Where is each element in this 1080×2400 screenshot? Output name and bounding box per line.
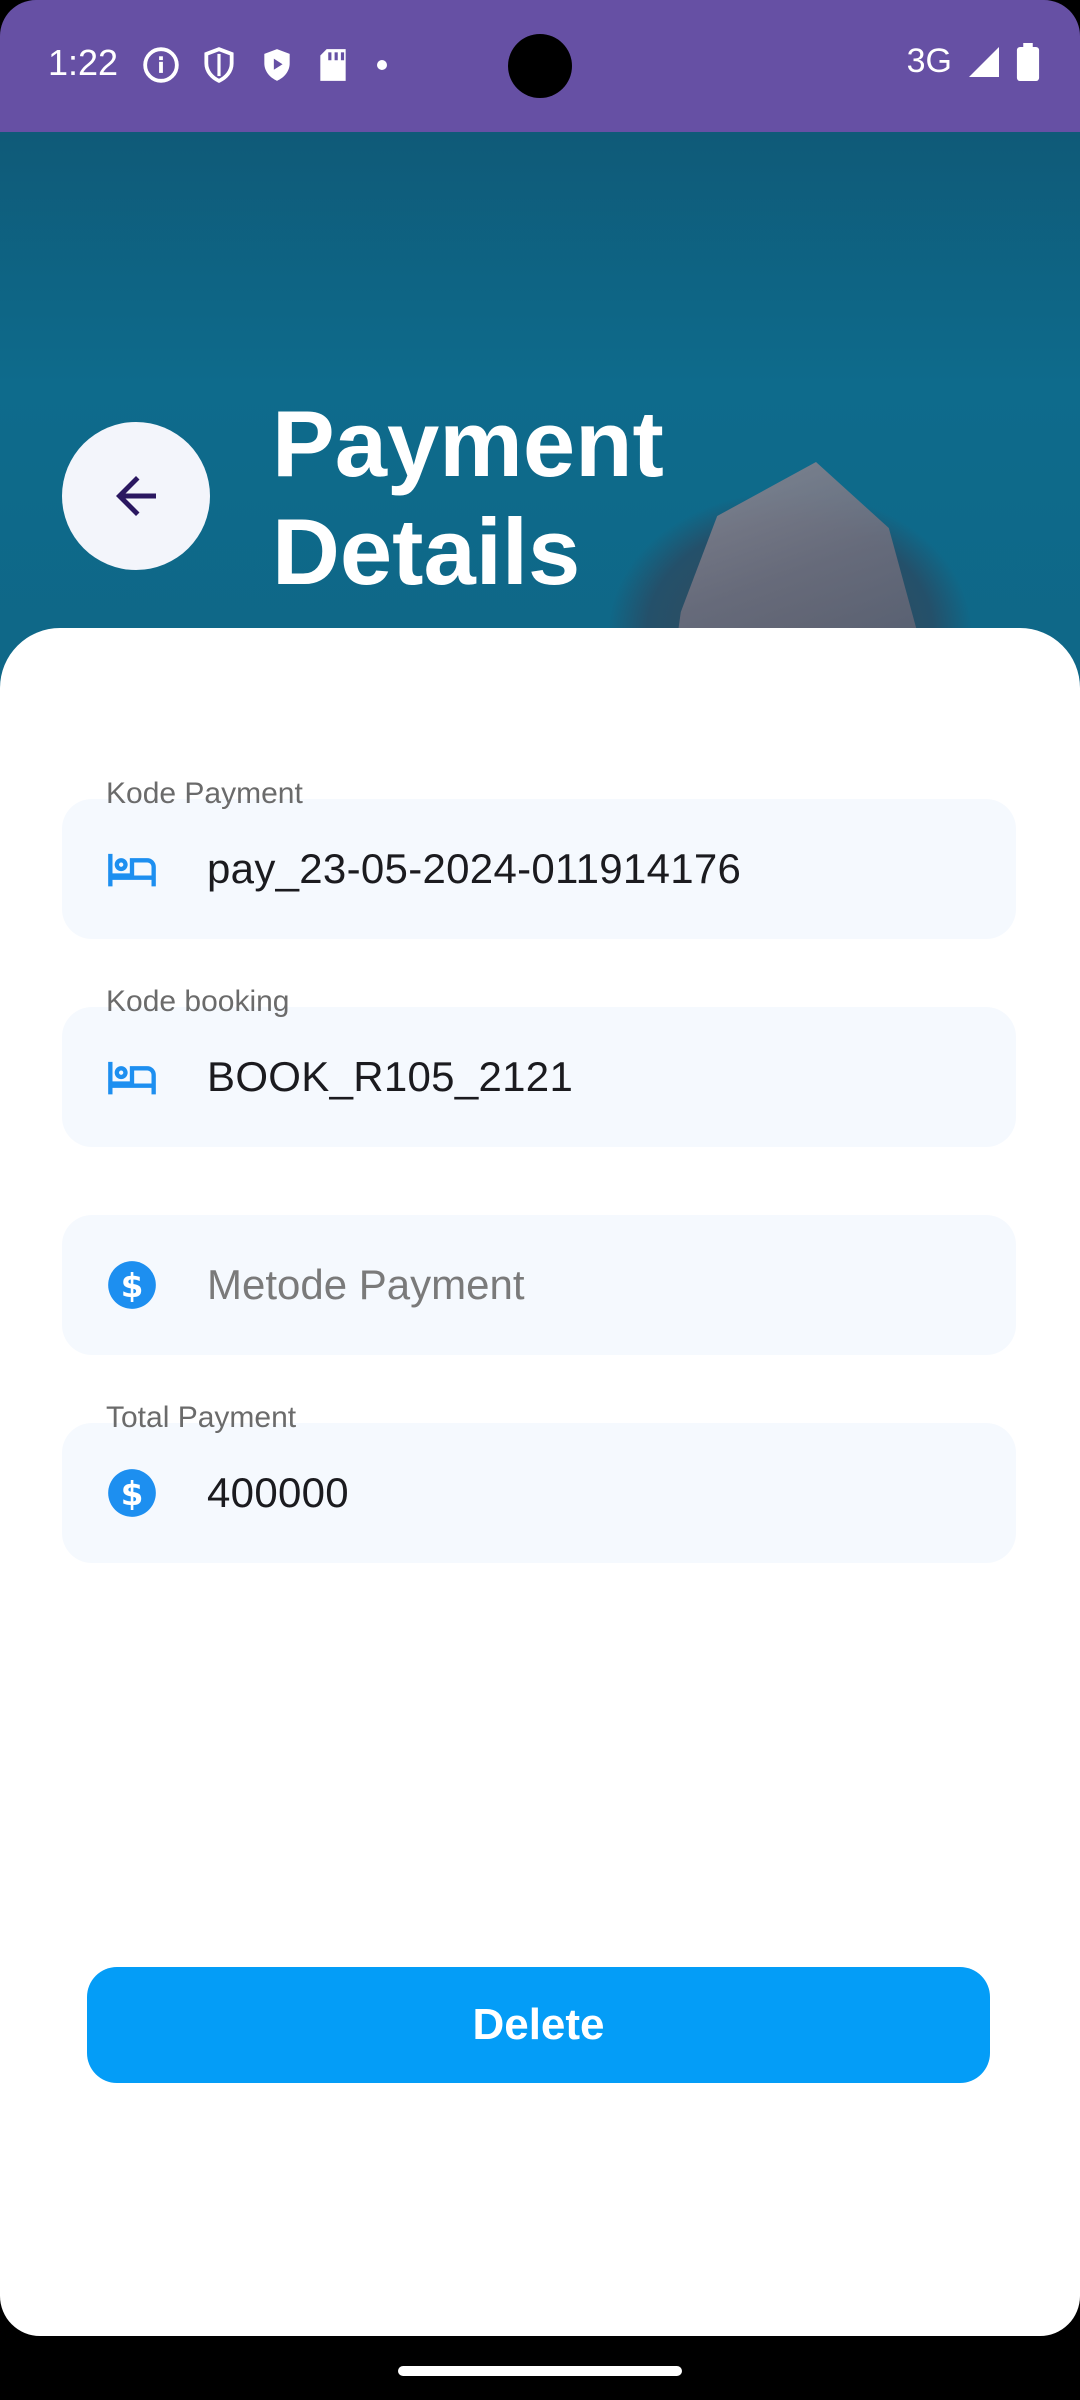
metode-payment-placeholder: Metode Payment xyxy=(207,1261,525,1308)
bed-icon xyxy=(108,853,156,887)
kode-booking-field[interactable]: Kode booking BOOK_R105_2121 xyxy=(62,985,1016,1147)
status-bar: 1:22 3G xyxy=(0,0,1080,132)
network-type: 3G xyxy=(906,42,952,80)
dot-icon xyxy=(377,60,387,70)
back-button[interactable] xyxy=(62,422,210,570)
navigation-bar xyxy=(0,2336,1080,2400)
metode-payment-field[interactable]: $ Metode Payment xyxy=(62,1215,1016,1355)
status-time: 1:22 xyxy=(48,42,119,83)
delete-button[interactable]: Delete xyxy=(87,1967,990,2083)
dollar-circle-icon: $ xyxy=(108,1469,156,1517)
play-shield-icon xyxy=(264,49,290,81)
signal-icon xyxy=(969,46,999,77)
total-payment-field[interactable]: Total Payment $ 400000 xyxy=(62,1401,1016,1563)
status-icons-right: 3G xyxy=(907,42,1040,81)
sd-card-icon xyxy=(320,49,346,81)
kode-booking-label: Kode booking xyxy=(106,985,290,1018)
svg-text:$: $ xyxy=(121,1475,144,1513)
dollar-circle-icon: $ xyxy=(108,1261,156,1309)
total-payment-label: Total Payment xyxy=(106,1401,297,1434)
kode-payment-field[interactable]: Kode Payment pay_23-05-2024-011914176 xyxy=(62,777,1016,939)
info-icon xyxy=(143,47,179,83)
kode-payment-label: Kode Payment xyxy=(106,777,303,810)
battery-icon xyxy=(1016,42,1040,81)
total-payment-value: 400000 xyxy=(207,1469,349,1516)
arrow-back-icon xyxy=(116,476,156,516)
page-title: Payment Details xyxy=(272,391,664,604)
status-icons-left xyxy=(142,46,394,84)
home-handle[interactable] xyxy=(398,2366,682,2376)
header-banner: Payment Details xyxy=(0,132,1080,692)
svg-text:$: $ xyxy=(121,1267,144,1305)
bed-icon xyxy=(108,1061,156,1095)
kode-payment-value: pay_23-05-2024-011914176 xyxy=(207,845,742,892)
kode-booking-value: BOOK_R105_2121 xyxy=(207,1053,574,1100)
camera-cutout xyxy=(508,34,572,98)
shield-icon xyxy=(204,47,234,83)
